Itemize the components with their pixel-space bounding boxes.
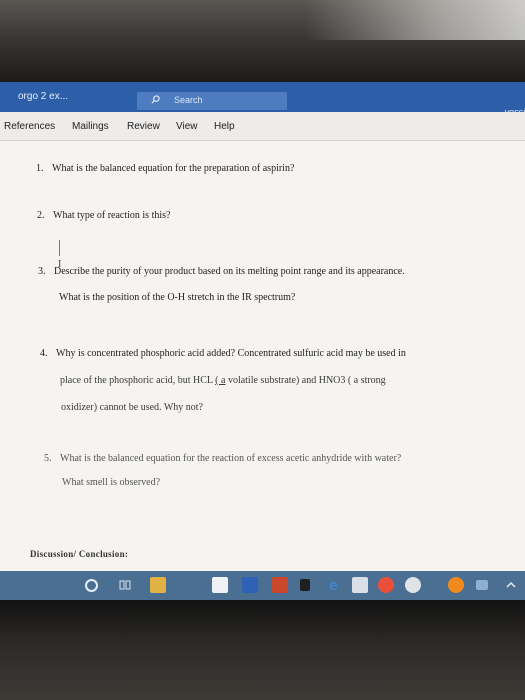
tab-view[interactable]: View xyxy=(176,121,198,132)
word-window: orgo 2 ex... Search yessi References Mai… xyxy=(0,82,525,600)
question-2: 2. What type of reaction is this? xyxy=(37,210,171,221)
question-5-line-2: What smell is observed? xyxy=(62,477,161,488)
question-4-line-2: place of the phosphoric acid, but HCL ( … xyxy=(60,375,386,386)
tab-references[interactable]: References xyxy=(4,121,55,132)
tab-mailings[interactable]: Mailings xyxy=(72,121,109,132)
edge-icon[interactable]: e xyxy=(327,577,343,594)
question-3: 3. Describe the purity of your product ba… xyxy=(38,266,405,277)
search-label: Search xyxy=(174,95,203,105)
store-icon[interactable] xyxy=(212,577,228,593)
question-4: 4. Why is concentrated phosphoric acid ad… xyxy=(40,348,406,359)
chrome-icon[interactable] xyxy=(378,577,394,593)
document-title: orgo 2 ex... xyxy=(18,91,69,102)
document-page[interactable]: 1. What is the balanced equation for the … xyxy=(0,141,525,571)
task-view-icon[interactable] xyxy=(117,577,133,593)
desk-surface xyxy=(0,600,525,700)
question-5: 5. What is the balanced equation for the … xyxy=(44,453,402,464)
start-icon[interactable] xyxy=(85,579,98,592)
text-cursor xyxy=(59,240,60,256)
svg-text:e: e xyxy=(329,578,338,593)
firefox-icon[interactable] xyxy=(448,577,464,593)
taskbar: e xyxy=(0,571,525,600)
discussion-heading: Discussion/ Conclusion: xyxy=(30,549,129,559)
title-bar: orgo 2 ex... Search yessi xyxy=(0,82,525,117)
powerpoint-icon[interactable] xyxy=(272,577,288,593)
monitor-bezel-top xyxy=(0,0,525,82)
ribbon-tabs: References Mailings Review View Help xyxy=(0,112,525,141)
question-4-line-3: oxidizer) cannot be used. Why not? xyxy=(61,402,203,413)
search-icon xyxy=(151,95,160,104)
network-icon[interactable] xyxy=(476,580,488,590)
battery-icon xyxy=(300,579,310,591)
cloud-icon[interactable] xyxy=(405,577,421,593)
search-box[interactable]: Search xyxy=(137,92,287,110)
question-1: 1. What is the balanced equation for the … xyxy=(36,163,295,174)
word-icon[interactable] xyxy=(242,577,258,593)
mail-icon[interactable] xyxy=(352,577,368,593)
file-explorer-icon[interactable] xyxy=(150,577,166,593)
question-3-line-2: What is the position of the O-H stretch … xyxy=(59,292,296,303)
tab-help[interactable]: Help xyxy=(214,121,235,132)
chevron-up-icon[interactable] xyxy=(503,577,519,593)
tab-review[interactable]: Review xyxy=(127,121,160,132)
